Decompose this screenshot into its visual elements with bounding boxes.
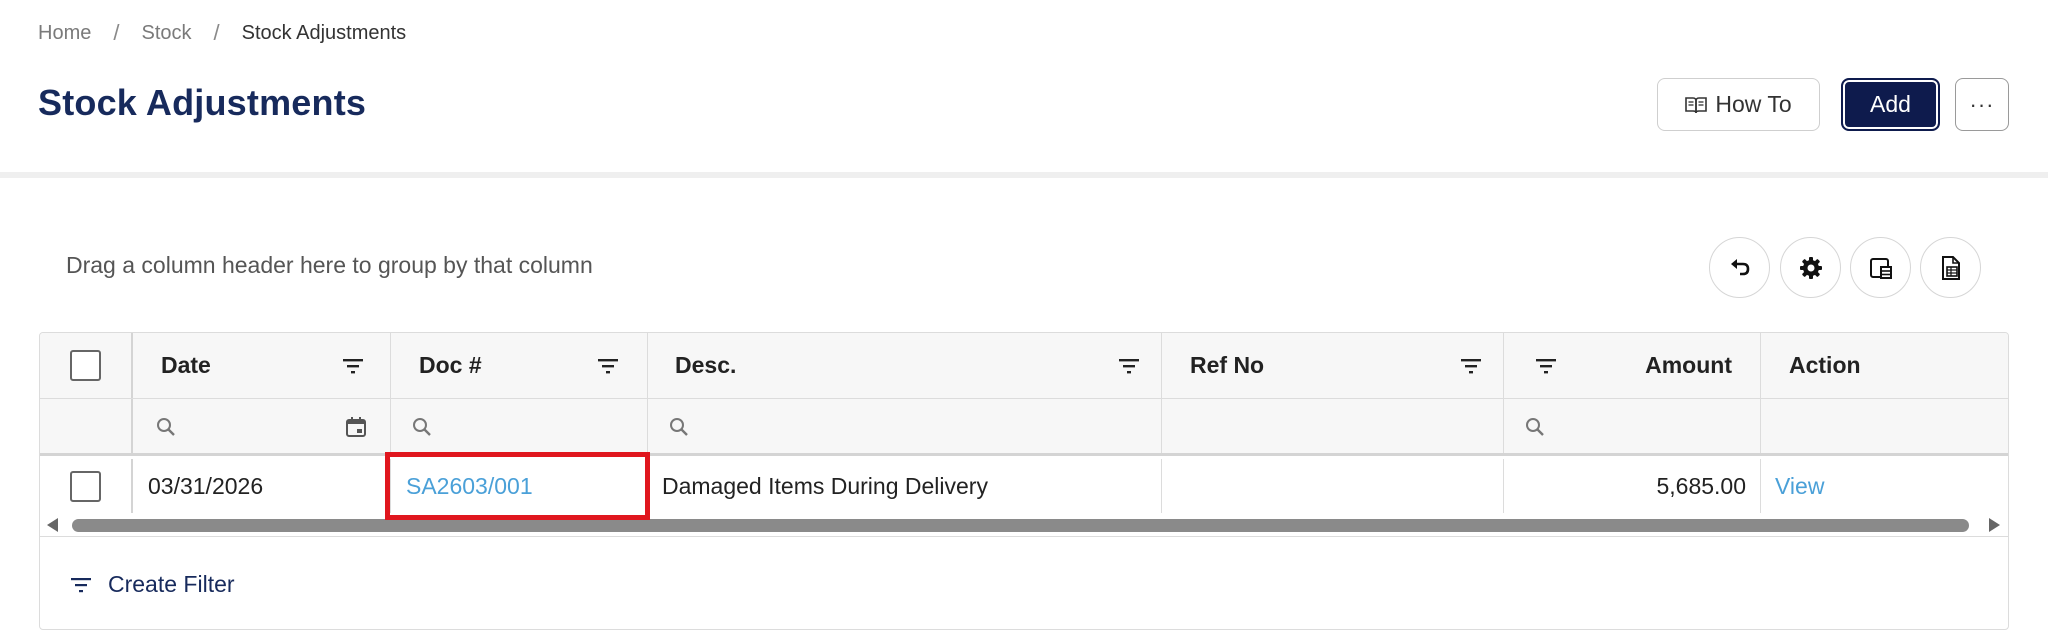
- action-filter-cell: [1761, 399, 2008, 453]
- scrollbar-thumb[interactable]: [72, 519, 1969, 532]
- column-header-label: Doc #: [419, 352, 482, 378]
- how-to-button[interactable]: How To: [1657, 78, 1820, 131]
- column-header-amount[interactable]: Amount: [1504, 333, 1761, 398]
- page-title: Stock Adjustments: [38, 82, 367, 123]
- settings-button[interactable]: [1780, 237, 1841, 298]
- column-filter-icon[interactable]: [1459, 354, 1483, 378]
- filter-select-cell: [40, 399, 133, 453]
- row-checkbox[interactable]: [70, 470, 101, 502]
- ellipsis-icon: ···: [1969, 91, 1995, 117]
- how-to-label: How To: [1715, 91, 1792, 117]
- column-filter-icon[interactable]: [1534, 354, 1558, 378]
- section-divider: [0, 172, 2048, 178]
- footer-divider: [40, 536, 2008, 537]
- search-icon: [670, 418, 688, 436]
- column-header-ref[interactable]: Ref No: [1162, 333, 1504, 398]
- breadcrumb: Home / Stock / Stock Adjustments: [38, 20, 406, 46]
- column-header-label: Desc.: [675, 352, 737, 378]
- grid-filter-row: [40, 399, 2008, 456]
- doc-filter-input[interactable]: [391, 399, 648, 453]
- column-filter-icon[interactable]: [1117, 354, 1141, 378]
- calendar-icon[interactable]: [344, 415, 368, 439]
- scroll-left-arrow-icon[interactable]: [47, 518, 58, 532]
- horizontal-scrollbar[interactable]: [40, 514, 2008, 536]
- cell-amount: 5,685.00: [1504, 459, 1761, 513]
- add-label: Add: [1870, 91, 1911, 117]
- column-header-action: Action: [1761, 333, 2008, 398]
- amount-filter-input[interactable]: [1504, 399, 1761, 453]
- column-chooser-button[interactable]: [1850, 237, 1911, 298]
- gear-icon: [1799, 256, 1822, 279]
- column-filter-icon[interactable]: [596, 354, 620, 378]
- breadcrumb-stock[interactable]: Stock: [141, 22, 191, 45]
- cell-date: 03/31/2026: [133, 459, 391, 513]
- column-header-label: Action: [1789, 352, 1861, 378]
- breadcrumb-separator: /: [213, 20, 220, 45]
- undo-icon: [1730, 258, 1749, 275]
- select-all-checkbox[interactable]: [70, 350, 101, 381]
- breadcrumb-separator: /: [113, 20, 120, 45]
- cell-ref: [1162, 459, 1504, 513]
- cell-action: View: [1761, 459, 2008, 513]
- breadcrumb-home[interactable]: Home: [38, 22, 91, 45]
- group-panel-hint[interactable]: Drag a column header here to group by th…: [66, 252, 593, 279]
- table-row: 03/31/2026 SA2603/001 Damaged Items Duri…: [40, 459, 2008, 513]
- book-icon: [1685, 96, 1708, 113]
- date-filter-input[interactable]: [133, 399, 391, 453]
- create-filter-label: Create Filter: [108, 571, 235, 597]
- create-filter-button[interactable]: Create Filter: [70, 571, 235, 598]
- search-icon: [157, 418, 175, 436]
- scroll-right-arrow-icon[interactable]: [1989, 518, 2000, 532]
- column-header-label: Ref No: [1190, 352, 1265, 378]
- revert-button[interactable]: [1709, 237, 1770, 298]
- filter-icon: [71, 577, 91, 592]
- more-options-button[interactable]: ···: [1955, 78, 2009, 131]
- column-header-doc[interactable]: Doc #: [391, 333, 648, 398]
- header-select-cell: [40, 333, 133, 398]
- view-link[interactable]: View: [1775, 473, 1824, 500]
- column-filter-icon[interactable]: [341, 354, 365, 378]
- column-chooser-icon: [1869, 257, 1892, 279]
- column-header-label: Date: [161, 352, 211, 378]
- search-icon: [413, 418, 431, 436]
- ref-filter-cell: [1162, 399, 1504, 453]
- highlight-box: [385, 452, 650, 520]
- export-button[interactable]: [1920, 237, 1981, 298]
- search-icon: [1526, 418, 1544, 436]
- column-header-label: Amount: [1645, 352, 1732, 378]
- column-header-date[interactable]: Date: [133, 333, 391, 398]
- data-grid: Date Doc # Desc. Ref No Amount Action 03…: [39, 332, 2009, 630]
- grid-header-row: Date Doc # Desc. Ref No Amount Action: [40, 333, 2008, 399]
- export-excel-icon: [1941, 255, 1960, 280]
- row-select-cell: [40, 459, 133, 513]
- add-button[interactable]: Add: [1841, 78, 1940, 131]
- cell-desc: Damaged Items During Delivery: [648, 459, 1162, 513]
- desc-filter-input[interactable]: [648, 399, 1162, 453]
- breadcrumb-current: Stock Adjustments: [241, 21, 407, 44]
- column-header-desc[interactable]: Desc.: [648, 333, 1162, 398]
